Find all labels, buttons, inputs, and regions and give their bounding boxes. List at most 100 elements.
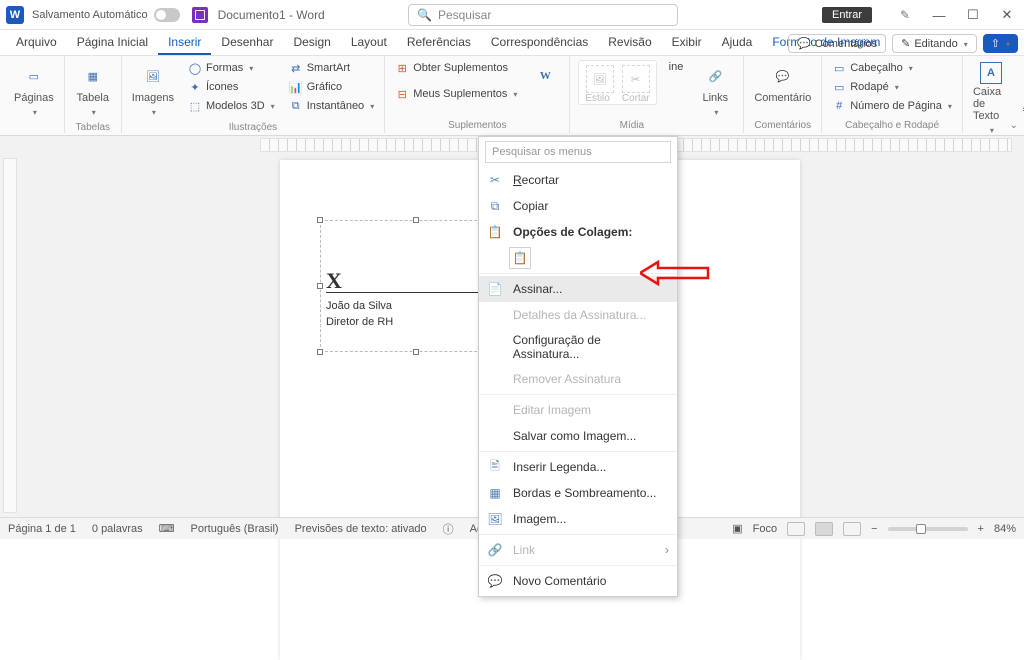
zoom-slider[interactable] [888, 527, 968, 531]
imagens-button[interactable]: 🖼 Imagens [130, 60, 176, 120]
minimize-button[interactable]: — [922, 0, 956, 30]
caption-icon: 🖹 [487, 459, 503, 475]
paste-option-button[interactable]: 📋 [509, 247, 531, 269]
view-print-button[interactable] [815, 522, 833, 536]
close-button[interactable]: ✕ [990, 0, 1024, 30]
chevron-down-icon [988, 124, 994, 136]
status-focus[interactable]: Foco [753, 523, 777, 535]
ribbon: ▭ Páginas ▦ Tabela Tabelas 🖼 Imagens ◯ [0, 56, 1024, 136]
comments-button[interactable]: 💬 Comentários [788, 34, 886, 53]
online-media[interactable]: ine [667, 60, 686, 74]
resize-handle[interactable] [317, 283, 323, 289]
autosave-toggle[interactable]: Salvamento Automático [32, 8, 180, 22]
tab-inserir[interactable]: Inserir [158, 31, 211, 55]
pen-mode-icon[interactable]: ✎ [888, 0, 922, 30]
context-menu: Pesquisar os menus ✂RRecortarecortar ⧉Co… [478, 136, 678, 597]
icones-button[interactable]: ✦Ícones [186, 79, 277, 95]
ctx-novo-comentario[interactable]: 💬Novo Comentário [479, 568, 677, 594]
tab-revisao[interactable]: Revisão [598, 31, 661, 55]
instantaneo-button[interactable]: ⧉Instantâneo [287, 98, 377, 114]
ctx-bordas-sombreamento[interactable]: ▦Bordas e Sombreamento... [479, 480, 677, 506]
caixa-texto-button[interactable]: A Caixa de Texto [971, 60, 1011, 138]
tab-correspondencias[interactable]: Correspondências [481, 31, 598, 55]
ctx-salvar-imagem[interactable]: Salvar como Imagem... [479, 423, 677, 449]
view-web-button[interactable] [843, 522, 861, 536]
sign-icon: 📄 [487, 281, 503, 297]
chart-icon: 📊 [289, 80, 303, 94]
accessibility-icon: ⓘ [443, 521, 454, 537]
cut-icon: ✂ [487, 172, 503, 188]
ctx-config-assinatura[interactable]: Configuração de Assinatura... [479, 328, 677, 366]
autosave-switch-icon[interactable] [154, 8, 180, 22]
wikipedia-button[interactable]: W [529, 60, 561, 92]
links-button[interactable]: 🔗 Links [695, 60, 735, 120]
tab-arquivo[interactable]: Arquivo [6, 31, 67, 55]
ctx-inserir-legenda[interactable]: 🖹Inserir Legenda... [479, 454, 677, 480]
status-language[interactable]: Português (Brasil) [191, 523, 279, 535]
ctx-assinar[interactable]: 📄Assinar... [479, 276, 677, 302]
tab-pagina-inicial[interactable]: Página Inicial [67, 31, 158, 55]
ctx-imagem[interactable]: 🖼Imagem... [479, 506, 677, 532]
view-read-button[interactable] [787, 522, 805, 536]
zoom-out-button[interactable]: − [871, 523, 877, 535]
share-button[interactable]: ⇧ [983, 34, 1018, 53]
group-label: Cabeçalho e Rodapé [830, 118, 954, 133]
maximize-button[interactable]: ☐ [956, 0, 990, 30]
save-icon[interactable] [192, 7, 208, 23]
status-page[interactable]: Página 1 de 1 [8, 523, 76, 535]
ruler-vertical[interactable] [3, 158, 17, 513]
link-icon: 🔗 [487, 542, 503, 558]
smartart-button[interactable]: ⇄SmartArt [287, 60, 377, 76]
modelos3d-button[interactable]: ⬚Modelos 3D [186, 98, 277, 114]
resize-handle[interactable] [317, 217, 323, 223]
tab-desenhar[interactable]: Desenhar [211, 31, 283, 55]
resize-handle[interactable] [317, 349, 323, 355]
zoom-in-button[interactable]: + [978, 523, 984, 535]
rodape-button[interactable]: ▭Rodapé [830, 79, 954, 95]
cabecalho-button[interactable]: ▭Cabeçalho [830, 60, 954, 76]
tab-layout[interactable]: Layout [341, 31, 397, 55]
obter-suplementos-button[interactable]: ⊞Obter Suplementos [393, 60, 519, 76]
signature-x: X [326, 268, 342, 294]
tabela-button[interactable]: ▦ Tabela [73, 60, 113, 120]
grafico-button[interactable]: 📊Gráfico [287, 79, 377, 95]
tab-referencias[interactable]: Referências [397, 31, 481, 55]
header-icon: ▭ [832, 61, 846, 75]
formas-button[interactable]: ◯Formas [186, 60, 277, 76]
pencil-icon: ✎ [901, 37, 910, 50]
chevron-down-icon [90, 106, 96, 118]
status-words[interactable]: 0 palavras [92, 523, 143, 535]
search-box[interactable]: 🔍 Pesquisar [408, 4, 678, 26]
resize-handle[interactable] [413, 349, 419, 355]
group-label: Comentários [752, 118, 813, 133]
status-predictions[interactable]: Previsões de texto: ativado [295, 523, 427, 535]
signin-button[interactable]: Entrar [822, 7, 872, 23]
group-label: Mídia [578, 118, 685, 133]
context-menu-search[interactable]: Pesquisar os menus [485, 141, 671, 163]
ctx-copiar[interactable]: ⧉Copiar [479, 193, 677, 219]
status-lang-icon: ⌨ [159, 522, 175, 535]
chevron-down-icon [150, 106, 156, 118]
image-icon: 🖼 [487, 511, 503, 527]
tab-design[interactable]: Design [283, 31, 340, 55]
tab-exibir[interactable]: Exibir [662, 31, 712, 55]
chevron-down-icon [712, 106, 718, 118]
numero-pagina-button[interactable]: #Número de Página [830, 98, 954, 114]
crop-icon: ✂ [622, 65, 650, 93]
meus-suplementos-button[interactable]: ⊟Meus Suplementos [393, 86, 519, 102]
comentario-button[interactable]: 💬 Comentário [752, 60, 813, 106]
tab-ajuda[interactable]: Ajuda [712, 31, 763, 55]
ctx-detalhes-assinatura: Detalhes da Assinatura... [479, 302, 677, 328]
group-cabecalho-rodape: ▭Cabeçalho ▭Rodapé #Número de Página Cab… [822, 56, 963, 133]
paginas-button[interactable]: ▭ Páginas [12, 60, 56, 120]
comment-icon: 💬 [769, 62, 797, 90]
zoom-value[interactable]: 84% [994, 523, 1016, 535]
style-icon: 🖼 [586, 65, 614, 93]
editing-mode-button[interactable]: ✎ Editando [892, 34, 977, 53]
resize-handle[interactable] [413, 217, 419, 223]
ctx-recortar[interactable]: ✂RRecortarecortar [479, 167, 677, 193]
word-app-icon: W [6, 6, 24, 24]
page-icon: ▭ [20, 62, 48, 90]
ctx-remover-assinatura: Remover Assinatura [479, 366, 677, 392]
collapse-ribbon-button[interactable]: ⌄ [1010, 120, 1018, 131]
